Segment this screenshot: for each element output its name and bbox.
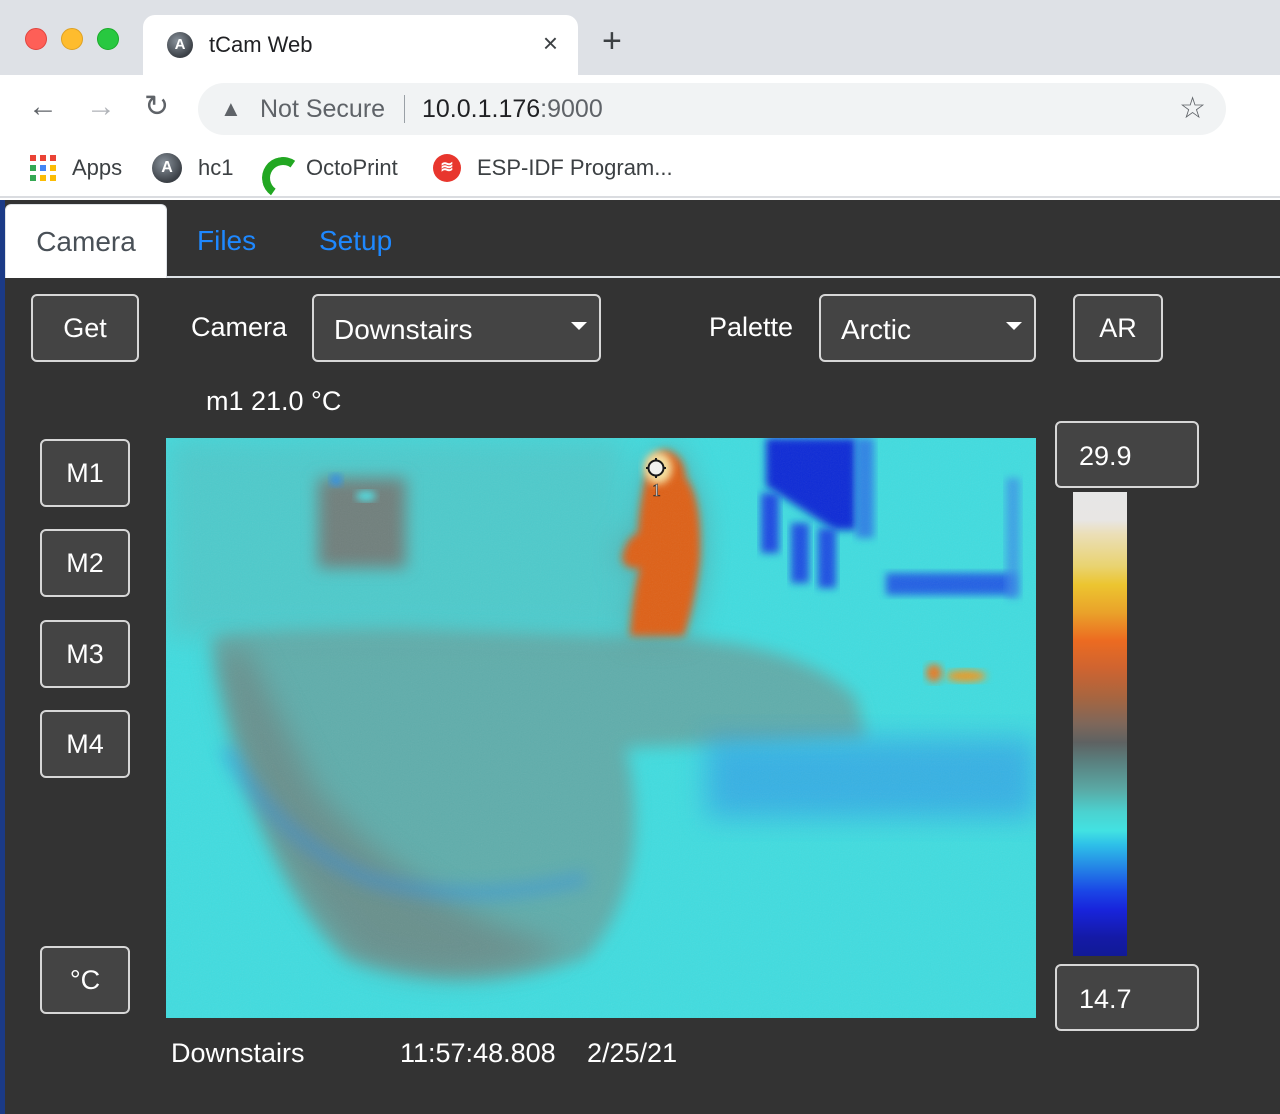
forward-arrow-icon[interactable]: → — [86, 89, 116, 125]
omnibox-separator — [404, 95, 405, 123]
window-close-button[interactable] — [25, 28, 47, 50]
bookmark-esp-idf[interactable]: ≋ ESP-IDF Program... — [433, 153, 673, 183]
marker-readout: m1 21.0 °C — [206, 386, 342, 416]
hc1-icon: A — [152, 153, 182, 183]
bookmark-octoprint[interactable]: OctoPrint — [260, 153, 398, 183]
bookmarks-bar: Apps A hc1 OctoPrint ≋ ESP-IDF Program..… — [0, 143, 1280, 198]
browser-tabstrip: A tCam Web × + — [0, 0, 1280, 75]
range-max-field[interactable]: 29.9 — [1055, 421, 1199, 488]
ar-button[interactable]: AR — [1073, 294, 1163, 362]
bookmark-label: hc1 — [198, 155, 234, 180]
camera-select-value: Downstairs — [334, 314, 473, 345]
range-min-field[interactable]: 14.7 — [1055, 964, 1199, 1031]
bookmark-label: Apps — [72, 155, 123, 180]
marker-2-button[interactable]: M2 — [40, 529, 130, 597]
camera-label: Camera — [191, 312, 288, 342]
bookmark-apps[interactable]: Apps — [30, 153, 122, 183]
back-arrow-icon[interactable]: ← — [28, 89, 58, 125]
chevron-down-icon — [1006, 322, 1022, 330]
palette-label: Palette — [709, 312, 794, 342]
palette-colorbar — [1073, 492, 1127, 956]
window-minimize-button[interactable] — [61, 28, 83, 50]
octoprint-icon — [260, 153, 290, 183]
reload-icon[interactable]: ↻ — [144, 89, 169, 125]
window-zoom-button[interactable] — [97, 28, 119, 50]
camera-select[interactable]: Downstairs — [312, 294, 601, 362]
espressif-icon: ≋ — [433, 154, 461, 182]
bookmark-star-icon[interactable]: ☆ — [1179, 91, 1206, 126]
url-host: 10.0.1.176 — [422, 95, 541, 123]
browser-toolbar: ← → ↻ ▲ Not Secure 10.0.1.176:9000 ☆ — [0, 75, 1280, 143]
status-date: 2/25/21 — [587, 1038, 678, 1068]
marker-3-button[interactable]: M3 — [40, 620, 130, 688]
tab-files[interactable]: Files — [167, 204, 286, 278]
thermal-image-canvas[interactable]: 1 — [166, 438, 1036, 1018]
chevron-down-icon — [571, 322, 587, 330]
palette-select-value: Arctic — [841, 314, 911, 345]
tab-favicon-icon: A — [167, 32, 193, 58]
palette-select[interactable]: Arctic — [819, 294, 1036, 362]
status-timestamp: 11:57:48.808 — [400, 1038, 556, 1068]
get-button[interactable]: Get — [31, 294, 139, 362]
bookmark-label: OctoPrint — [306, 155, 398, 180]
thermal-image[interactable]: 1 — [166, 438, 1036, 1018]
units-toggle-button[interactable]: °C — [40, 946, 130, 1014]
tcam-page: Camera Files Setup Get Camera Downstairs… — [0, 200, 1280, 1114]
app-tabs: Camera Files Setup — [5, 200, 1280, 278]
url-text[interactable]: 10.0.1.176:9000 — [422, 95, 603, 124]
range-max-value: 29.9 — [1079, 441, 1132, 471]
tab-close-icon[interactable]: × — [543, 28, 558, 59]
browser-tab[interactable]: A tCam Web × — [143, 15, 578, 75]
url-port: :9000 — [540, 95, 603, 123]
security-label[interactable]: Not Secure — [260, 95, 385, 124]
apps-grid-icon — [30, 155, 56, 181]
marker-1-button[interactable]: M1 — [40, 439, 130, 507]
tab-camera[interactable]: Camera — [5, 204, 167, 278]
bookmark-label: ESP-IDF Program... — [477, 155, 673, 180]
window-edge — [0, 200, 5, 1114]
bookmark-hc1[interactable]: A hc1 — [152, 153, 233, 183]
range-min-value: 14.7 — [1079, 984, 1132, 1014]
sensor-noise — [166, 438, 1036, 1018]
new-tab-button[interactable]: + — [602, 24, 622, 58]
marker-4-button[interactable]: M4 — [40, 710, 130, 778]
address-bar[interactable]: ▲ Not Secure 10.0.1.176:9000 ☆ — [198, 83, 1226, 135]
tab-setup[interactable]: Setup — [289, 204, 422, 278]
status-camera-name: Downstairs — [171, 1038, 305, 1068]
tab-title: tCam Web — [209, 32, 313, 57]
warning-triangle-icon[interactable]: ▲ — [220, 96, 242, 122]
